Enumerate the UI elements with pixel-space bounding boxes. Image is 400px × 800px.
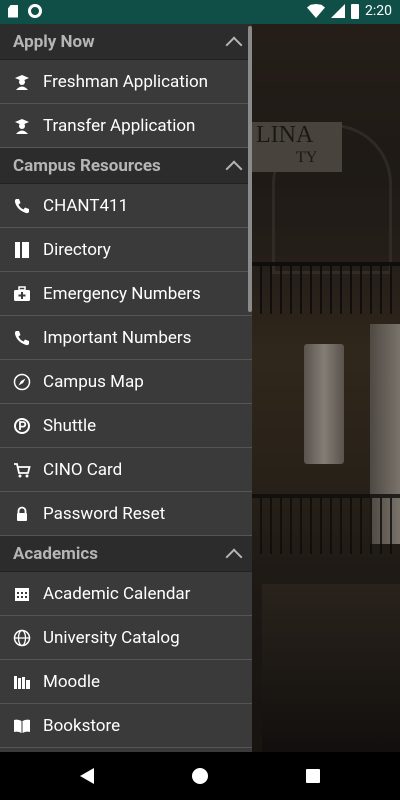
lock-icon bbox=[13, 505, 31, 523]
section-title: Campus Resources bbox=[13, 155, 161, 176]
railing bbox=[252, 494, 400, 554]
menu-item-label: Transfer Application bbox=[43, 115, 196, 136]
menu-item-bookstore[interactable]: Bookstore bbox=[0, 704, 252, 748]
sign-line-1: LINA bbox=[256, 122, 314, 148]
menu-item-label: Important Numbers bbox=[43, 327, 192, 348]
section-header-apply-now[interactable]: Apply Now bbox=[0, 24, 252, 60]
column bbox=[370, 324, 400, 544]
chevron-up-icon[interactable] bbox=[225, 160, 243, 177]
menu-item-label: CINO Card bbox=[43, 459, 123, 480]
menu-item-label: Bookstore bbox=[43, 715, 121, 736]
arch-decoration bbox=[272, 124, 392, 274]
menu-item-directory[interactable]: Directory bbox=[0, 228, 252, 272]
menu-item-emergency-numbers[interactable]: Emergency Numbers bbox=[0, 272, 252, 316]
section-title: Academics bbox=[13, 543, 98, 564]
open-book-icon bbox=[13, 717, 31, 735]
recents-button[interactable] bbox=[306, 769, 320, 783]
menu-item-academic-calendar[interactable]: Academic Calendar bbox=[0, 572, 252, 616]
section-header-academics[interactable]: Academics bbox=[0, 536, 252, 572]
signal-icon bbox=[331, 4, 345, 18]
floor bbox=[262, 584, 400, 752]
graduate-icon bbox=[13, 117, 31, 135]
status-time: 2:20 bbox=[365, 3, 392, 19]
menu-item-cino-card[interactable]: CINO Card bbox=[0, 448, 252, 492]
menu-item-label: Directory bbox=[43, 239, 111, 260]
books-icon bbox=[13, 673, 31, 691]
menu-item-password-reset[interactable]: Password Reset bbox=[0, 492, 252, 536]
book-icon bbox=[13, 241, 31, 259]
compass-icon bbox=[13, 373, 31, 391]
sign-line-2: TY bbox=[296, 149, 318, 166]
menu-item-label: Shuttle bbox=[43, 415, 97, 436]
menu-item-transfer-application[interactable]: Transfer Application bbox=[0, 104, 252, 148]
battery-icon bbox=[351, 3, 359, 19]
sync-icon bbox=[28, 4, 42, 18]
section-header-campus-resources[interactable]: Campus Resources bbox=[0, 148, 252, 184]
parking-icon bbox=[13, 417, 31, 435]
medkit-icon bbox=[13, 285, 31, 303]
menu-item-chant411[interactable]: CHANT411 bbox=[0, 184, 252, 228]
globe-icon bbox=[13, 629, 31, 647]
calendar-icon bbox=[13, 585, 31, 603]
menu-item-important-numbers[interactable]: Important Numbers bbox=[0, 316, 252, 360]
graduate-icon bbox=[13, 73, 31, 91]
scrollbar[interactable] bbox=[248, 26, 252, 312]
phone-icon bbox=[13, 329, 31, 347]
navigation-drawer: Apply Now Freshman Application Transfer Ap… bbox=[0, 24, 252, 752]
menu-item-moodle[interactable]: Moodle bbox=[0, 660, 252, 704]
column bbox=[304, 344, 344, 464]
wifi-icon bbox=[307, 4, 325, 18]
chevron-up-icon[interactable] bbox=[225, 548, 243, 565]
sd-card-icon bbox=[8, 4, 18, 18]
menu-item-label: Campus Map bbox=[43, 371, 144, 392]
menu-item-label: University Catalog bbox=[43, 627, 180, 648]
menu-item-freshman-application[interactable]: Freshman Application bbox=[0, 60, 252, 104]
menu-item-label: Moodle bbox=[43, 671, 100, 692]
status-bar: 2:20 bbox=[0, 0, 400, 24]
system-nav-bar bbox=[0, 752, 400, 800]
menu-item-label: Emergency Numbers bbox=[43, 283, 201, 304]
menu-item-campus-map[interactable]: Campus Map bbox=[0, 360, 252, 404]
menu-item-label: CHANT411 bbox=[43, 195, 129, 216]
menu-item-label: Password Reset bbox=[43, 503, 166, 524]
building-sign: LINA TY bbox=[252, 122, 342, 172]
back-button[interactable] bbox=[80, 768, 94, 784]
background-photo[interactable]: LINA TY bbox=[252, 24, 400, 752]
home-button[interactable] bbox=[192, 768, 208, 784]
phone-icon bbox=[13, 197, 31, 215]
menu-item-label: Academic Calendar bbox=[43, 583, 191, 604]
railing bbox=[252, 262, 400, 314]
cart-icon bbox=[13, 461, 31, 479]
chevron-up-icon[interactable] bbox=[225, 36, 243, 53]
menu-item-label: Freshman Application bbox=[43, 71, 209, 92]
section-title: Apply Now bbox=[13, 31, 95, 52]
menu-item-university-catalog[interactable]: University Catalog bbox=[0, 616, 252, 660]
menu-item-shuttle[interactable]: Shuttle bbox=[0, 404, 252, 448]
